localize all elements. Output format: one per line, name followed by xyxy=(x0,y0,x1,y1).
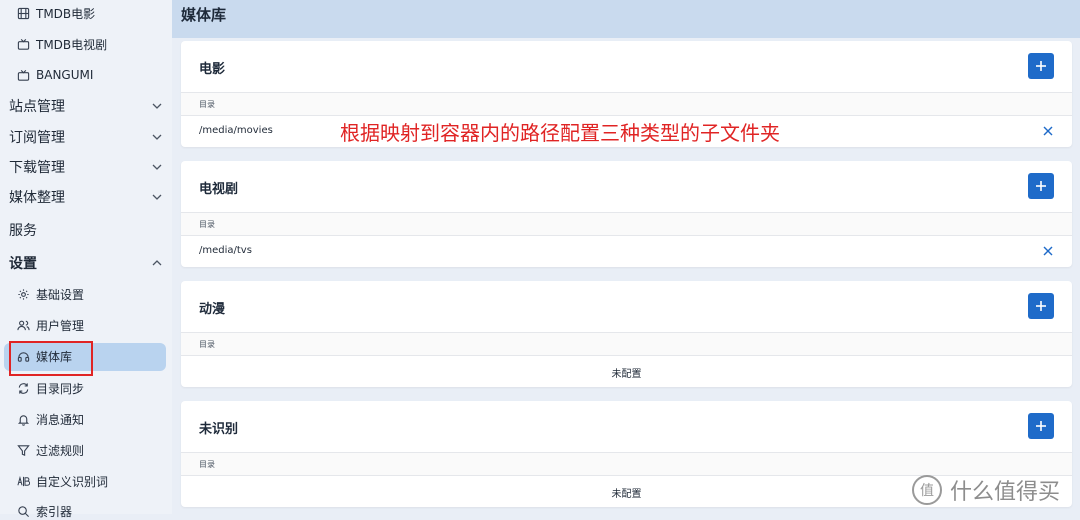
main-content: 媒体库 电影 目录 /media/movies 电视剧 目录 /media/tv… xyxy=(172,0,1080,514)
close-icon[interactable] xyxy=(1042,125,1054,137)
watermark-logo: 值 xyxy=(912,475,942,505)
add-path-button[interactable] xyxy=(1028,293,1054,319)
sidebar-item-bangumi[interactable]: BANGUMI xyxy=(0,66,172,84)
tv-icon xyxy=(16,68,30,82)
watermark-text: 什么值得买 xyxy=(950,480,1061,505)
plus-icon xyxy=(1036,421,1046,431)
library-card-tv: 电视剧 目录 /media/tvs xyxy=(181,161,1072,267)
watermark: 值 什么值得买 xyxy=(912,474,1060,506)
column-header-label: 目录 xyxy=(199,340,215,349)
card-title: 电视剧 xyxy=(199,182,239,197)
add-path-button[interactable] xyxy=(1028,413,1054,439)
chevron-down-icon xyxy=(152,164,162,170)
plus-icon xyxy=(1036,181,1046,191)
library-card-anime: 动漫 目录 未配置 xyxy=(181,281,1072,387)
column-header: 目录 xyxy=(181,332,1072,356)
gear-icon xyxy=(16,287,30,301)
sidebar-item-label: 基础设置 xyxy=(36,287,85,302)
chevron-down-icon xyxy=(152,134,162,140)
sidebar-item-label: 索引器 xyxy=(36,504,73,519)
sidebar-item-indexer[interactable]: 索引器 xyxy=(0,502,172,520)
page-title: 媒体库 xyxy=(181,6,227,24)
tv-icon xyxy=(16,37,30,51)
path-value: /media/movies xyxy=(199,125,273,136)
sidebar-item-label: 过滤规则 xyxy=(36,443,85,458)
annotation-text: 根据映射到容器内的路径配置三种类型的子文件夹 xyxy=(340,121,780,145)
sidebar-group-sites[interactable]: 站点管理 xyxy=(0,96,172,116)
chevron-down-icon xyxy=(152,103,162,109)
sidebar-item-label: BANGUMI xyxy=(36,68,94,82)
table-row: 未配置 xyxy=(181,355,1072,387)
sidebar-item-label: 目录同步 xyxy=(36,381,85,396)
column-header-label: 目录 xyxy=(199,100,215,109)
sidebar-group-label: 服务 xyxy=(9,223,37,239)
sidebar: TMDB电影 TMDB电视剧 BANGUMI 站点管理 订阅管理 下载管理 媒体… xyxy=(0,0,172,519)
column-header: 目录 xyxy=(181,212,1072,236)
column-header-label: 目录 xyxy=(199,220,215,229)
card-title: 未识别 xyxy=(199,422,239,437)
plus-icon xyxy=(1036,61,1046,71)
path-value: /media/tvs xyxy=(199,245,252,256)
sidebar-item-label: TMDB电视剧 xyxy=(36,37,108,52)
sidebar-group-label: 下载管理 xyxy=(9,160,65,176)
chevron-down-icon xyxy=(152,194,162,200)
sidebar-item-basic-settings[interactable]: 基础设置 xyxy=(0,285,172,303)
film-icon xyxy=(16,6,30,20)
sidebar-group-media-organize[interactable]: 媒体整理 xyxy=(0,187,172,207)
indexer-icon xyxy=(16,504,30,518)
sidebar-item-label: 自定义识别词 xyxy=(36,474,109,489)
sidebar-item-label: 消息通知 xyxy=(36,412,85,427)
sidebar-item-label: TMDB电影 xyxy=(36,6,96,21)
sidebar-item-filter-rules[interactable]: 过滤规则 xyxy=(0,441,172,459)
header-band xyxy=(172,0,1080,38)
sidebar-group-label: 订阅管理 xyxy=(9,130,65,146)
sidebar-group-label: 设置 xyxy=(9,256,37,272)
column-header: 目录 xyxy=(181,452,1072,476)
add-path-button[interactable] xyxy=(1028,173,1054,199)
card-title: 动漫 xyxy=(199,302,226,317)
sidebar-group-label: 媒体整理 xyxy=(9,190,65,206)
chevron-up-icon xyxy=(152,260,162,266)
sidebar-item-notifications[interactable]: 消息通知 xyxy=(0,410,172,428)
column-header-label: 目录 xyxy=(199,460,215,469)
card-title: 电影 xyxy=(199,62,226,77)
close-icon[interactable] xyxy=(1042,245,1054,257)
sidebar-item-custom-words[interactable]: 自定义识别词 xyxy=(0,472,172,490)
bell-icon xyxy=(16,412,30,426)
filter-icon xyxy=(16,443,30,457)
sidebar-item-users[interactable]: 用户管理 xyxy=(0,316,172,334)
sidebar-item-tmdb-movies[interactable]: TMDB电影 xyxy=(0,4,172,22)
sidebar-item-label: 用户管理 xyxy=(36,318,85,333)
sidebar-group-label: 站点管理 xyxy=(9,99,65,115)
users-icon xyxy=(16,318,30,332)
sidebar-item-dir-sync[interactable]: 目录同步 xyxy=(0,379,172,397)
add-path-button[interactable] xyxy=(1028,53,1054,79)
sidebar-group-downloads[interactable]: 下载管理 xyxy=(0,157,172,177)
empty-state: 未配置 xyxy=(611,369,642,380)
sidebar-item-services[interactable]: 服务 xyxy=(0,220,172,240)
sidebar-group-subscriptions[interactable]: 订阅管理 xyxy=(0,127,172,147)
column-header: 目录 xyxy=(181,92,1072,116)
ab-icon xyxy=(16,474,30,488)
plus-icon xyxy=(1036,301,1046,311)
sync-icon xyxy=(16,381,30,395)
highlight-box xyxy=(9,341,93,376)
sidebar-group-settings[interactable]: 设置 xyxy=(0,253,172,273)
table-row: /media/tvs xyxy=(181,235,1072,267)
sidebar-item-tmdb-tv[interactable]: TMDB电视剧 xyxy=(0,35,172,53)
